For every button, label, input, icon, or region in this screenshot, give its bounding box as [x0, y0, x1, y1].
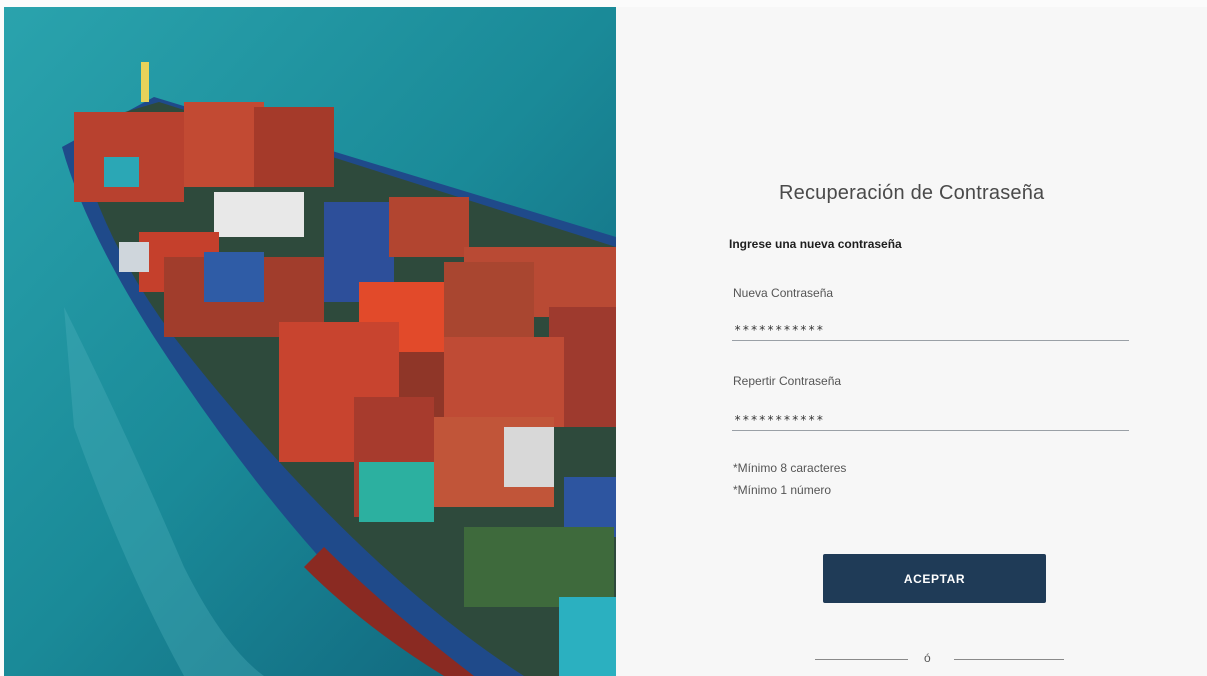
- divider-or-text: ó: [924, 651, 931, 665]
- page-title: Recuperación de Contraseña: [779, 182, 1045, 204]
- password-recovery-page: Recuperación de Contraseña Ingrese una n…: [0, 0, 1207, 676]
- divider-line-left: [815, 659, 908, 660]
- accept-button[interactable]: ACEPTAR: [823, 554, 1046, 603]
- hint-min-number: *Mínimo 1 número: [733, 483, 832, 497]
- new-password-label: Nueva Contraseña: [733, 286, 834, 300]
- cargo-ship-image: [4, 7, 616, 676]
- repeat-password-input[interactable]: [732, 409, 1129, 431]
- divider-line-right: [954, 659, 1064, 660]
- repeat-password-label: Repertir Contraseña: [733, 374, 842, 388]
- form-subtitle: Ingrese una nueva contraseña: [729, 237, 902, 251]
- new-password-input[interactable]: [732, 319, 1129, 341]
- hint-min-length: *Mínimo 8 caracteres: [733, 461, 847, 475]
